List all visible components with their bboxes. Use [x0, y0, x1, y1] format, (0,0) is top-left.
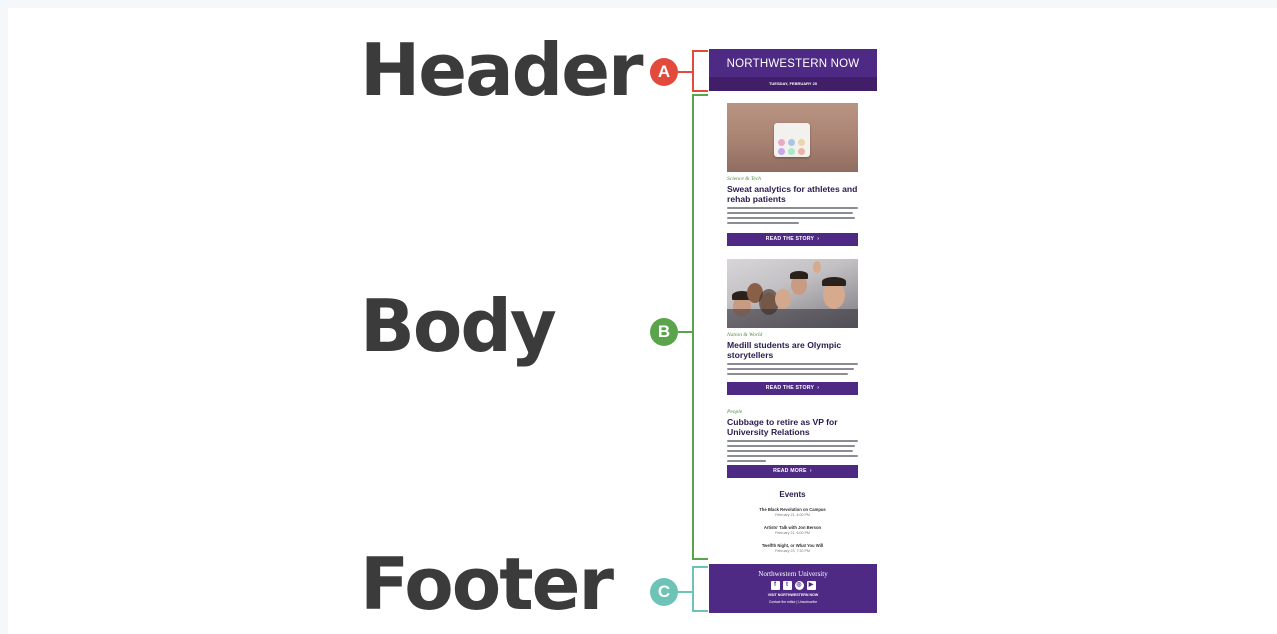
bracket-c	[692, 566, 694, 612]
story-headline[interactable]: Sweat analytics for athletes and rehab p…	[727, 184, 858, 204]
email-header-title: NORTHWESTERN NOW	[726, 58, 860, 70]
story-summary	[727, 363, 858, 375]
connector-a	[678, 71, 692, 73]
facebook-icon[interactable]: f	[770, 581, 780, 590]
bracket-c-top	[692, 566, 708, 568]
badge-a: A	[650, 58, 678, 86]
story-headline[interactable]: Medill students are Olympic storytellers	[727, 340, 858, 360]
event-name[interactable]: Twelfth Night, or What You Will	[727, 543, 858, 548]
story-category: Science & Tech	[727, 176, 762, 182]
email-mockup: NORTHWESTERN NOW TUESDAY, FEBRUARY 20 Sc…	[709, 49, 877, 613]
connector-c	[678, 591, 692, 593]
story-image-students	[727, 259, 858, 328]
event-date: February 21, 4:00 PM	[775, 513, 810, 517]
bracket-a	[692, 50, 694, 92]
event-name[interactable]: Artists' Talk with Jon Berson	[727, 525, 858, 530]
read-story-button[interactable]: READ THE STORY ›	[727, 233, 858, 246]
bracket-a-top	[692, 50, 708, 52]
sweat-patch-graphic	[774, 123, 810, 157]
bracket-b-bottom	[692, 558, 708, 560]
visit-link[interactable]: VISIT NORTHWESTERN NOW	[709, 593, 877, 597]
body-section-label: Body	[360, 284, 557, 368]
bracket-b	[692, 94, 694, 560]
footer-section-label: Footer	[360, 542, 614, 626]
story-summary	[727, 440, 858, 462]
email-footer: Northwestern University f t ◎ ▶ VISIT NO…	[709, 564, 877, 613]
event-name[interactable]: The Black Revolution on Campus	[727, 507, 858, 512]
bracket-a-bottom	[692, 90, 708, 92]
story-category: People	[727, 409, 743, 415]
badge-b: B	[650, 318, 678, 346]
story-card: Science & Tech Sweat analytics for athle…	[727, 103, 858, 227]
footer-title: Northwestern University	[758, 570, 828, 578]
youtube-icon[interactable]: ▶	[806, 581, 816, 590]
social-links: f t ◎ ▶	[709, 581, 877, 590]
footer-links[interactable]: Contact the editor | Unsubscribe	[709, 600, 877, 604]
header-section-label: Header	[360, 28, 644, 112]
event-date: February 23, 7:30 PM	[775, 549, 810, 553]
story-headline[interactable]: Cubbage to retire as VP for University R…	[727, 417, 858, 437]
story-image-sweat-patch	[727, 103, 858, 172]
read-story-button[interactable]: READ THE STORY ›	[727, 382, 858, 395]
diagram-canvas	[8, 8, 1277, 634]
story-card: Nation & World Medill students are Olymp…	[727, 259, 858, 378]
story-summary	[727, 207, 858, 224]
read-more-button[interactable]: READ MORE ›	[727, 465, 858, 478]
bracket-b-top	[692, 94, 708, 96]
bracket-c-bottom	[692, 610, 708, 612]
email-header: NORTHWESTERN NOW TUESDAY, FEBRUARY 20	[709, 49, 877, 91]
events-section: Events The Black Revolution on Campus Fe…	[727, 490, 858, 553]
badge-c: C	[650, 578, 678, 606]
email-header-date: TUESDAY, FEBRUARY 20	[709, 77, 877, 91]
events-title: Events	[779, 490, 806, 499]
event-date: February 21, 6:00 PM	[775, 531, 810, 535]
story-category: Nation & World	[727, 332, 763, 338]
twitter-icon[interactable]: t	[782, 581, 792, 590]
story-card: People Cubbage to retire as VP for Unive…	[727, 405, 858, 465]
instagram-icon[interactable]: ◎	[794, 581, 804, 590]
connector-b	[678, 331, 692, 333]
